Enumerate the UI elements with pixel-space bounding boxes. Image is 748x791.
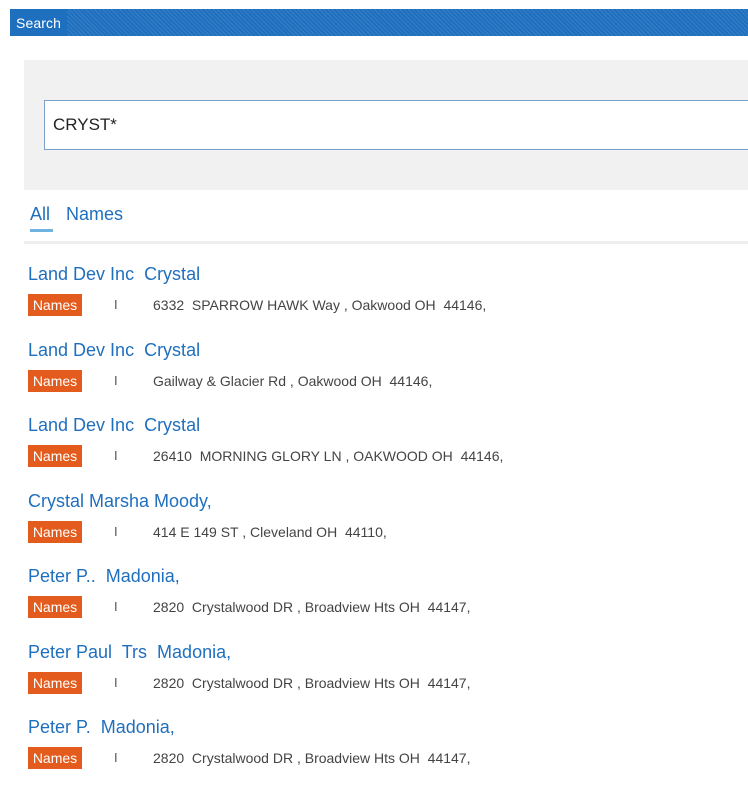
list-item: Peter P.. Madonia, Names I 2820 Crystalw…: [28, 564, 748, 640]
filter-tabs: All Names: [24, 202, 748, 244]
result-address: 6332 SPARROW HAWK Way , Oakwood OH 44146…: [153, 297, 487, 313]
list-item: Peter P. Madonia, Names I 2820 Crystalwo…: [28, 715, 748, 791]
result-title-link[interactable]: Peter P.. Madonia,: [28, 566, 180, 587]
category-badge: Names: [28, 747, 82, 769]
separator: I: [114, 523, 118, 539]
result-title-link[interactable]: Peter P. Madonia,: [28, 717, 175, 738]
list-item: Land Dev Inc Crystal Names I 6332 SPARRO…: [28, 262, 748, 338]
category-badge: Names: [28, 369, 82, 392]
category-badge: Names: [28, 520, 82, 543]
category-badge: Names: [28, 445, 82, 467]
separator: I: [114, 599, 118, 614]
result-title-link[interactable]: Land Dev Inc Crystal: [28, 340, 200, 361]
result-address: 2820 Crystalwood DR , Broadview Hts OH 4…: [153, 674, 471, 691]
search-input[interactable]: [44, 100, 748, 150]
separator: I: [114, 750, 118, 765]
separator: I: [114, 372, 118, 388]
list-item: Land Dev Inc Crystal Names I 26410 MORNI…: [28, 413, 748, 489]
window-titlebar: Search: [10, 9, 748, 36]
category-badge: Names: [28, 294, 82, 316]
search-panel: [24, 60, 748, 190]
result-address: 26410 MORNING GLORY LN , OAKWOOD OH 4414…: [153, 448, 504, 464]
result-address: Gailway & Glacier Rd , Oakwood OH 44146,: [153, 372, 433, 389]
result-title-link[interactable]: Peter Paul Trs Madonia,: [28, 642, 231, 663]
tab-all[interactable]: All: [30, 204, 50, 225]
result-title-link[interactable]: Land Dev Inc Crystal: [28, 264, 200, 285]
separator: I: [114, 448, 118, 463]
tab-names[interactable]: Names: [66, 204, 123, 225]
result-address: 2820 Crystalwood DR , Broadview Hts OH 4…: [153, 599, 471, 615]
window-title: Search: [10, 9, 67, 36]
result-address: 2820 Crystalwood DR , Broadview Hts OH 4…: [153, 750, 471, 766]
category-badge: Names: [28, 596, 82, 618]
list-item: Peter Paul Trs Madonia, Names I 2820 Cry…: [28, 640, 748, 716]
separator: I: [114, 674, 118, 690]
list-item: Land Dev Inc Crystal Names I Gailway & G…: [28, 338, 748, 414]
category-badge: Names: [28, 671, 82, 694]
separator: I: [114, 297, 118, 312]
result-title-link[interactable]: Crystal Marsha Moody,: [28, 491, 212, 512]
active-tab-indicator: [30, 229, 53, 232]
result-title-link[interactable]: Land Dev Inc Crystal: [28, 415, 200, 436]
list-item: Crystal Marsha Moody, Names I 414 E 149 …: [28, 489, 748, 565]
result-address: 414 E 149 ST , Cleveland OH 44110,: [153, 523, 387, 540]
results-list: Land Dev Inc Crystal Names I 6332 SPARRO…: [28, 262, 748, 791]
